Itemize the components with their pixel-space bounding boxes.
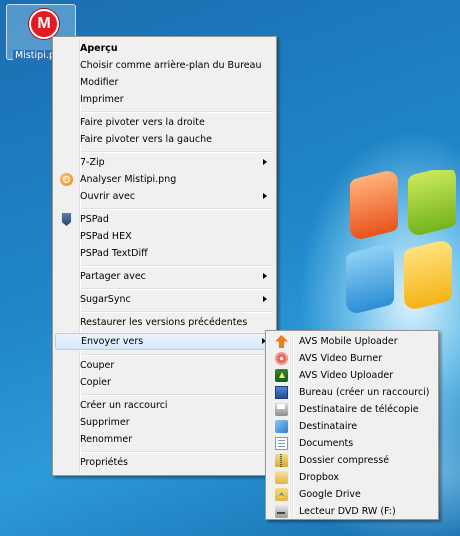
- desktop-icon: [275, 386, 288, 399]
- upload-arrow-icon: [275, 335, 288, 348]
- menu-item-label: PSPad TextDiff: [80, 248, 148, 259]
- sendto-item-google-drive[interactable]: Google Drive: [268, 486, 436, 503]
- submenu-arrow-icon: [263, 273, 267, 279]
- menu-item-send-to[interactable]: Envoyer vers: [55, 333, 274, 350]
- sendto-item-documents[interactable]: Documents: [268, 435, 436, 452]
- mistipi-logo-icon: M: [29, 9, 59, 39]
- menu-separator: [81, 394, 273, 396]
- sendto-item-label: Lecteur DVD RW (F:): [299, 506, 396, 517]
- menu-separator: [81, 151, 273, 153]
- menu-separator: [81, 265, 273, 267]
- menu-item-label: Couper: [80, 360, 115, 371]
- sendto-item-label: AVS Video Burner: [299, 353, 383, 364]
- menu-item-restore-versions[interactable]: Restaurer les versions précédentes: [55, 314, 274, 331]
- sendto-item-label: Dossier compressé: [299, 455, 390, 466]
- menu-item-label: Copier: [80, 377, 111, 388]
- dvd-drive-icon: [275, 505, 288, 518]
- menu-item-label: Aperçu: [80, 43, 118, 54]
- menu-item-label: Propriétés: [80, 457, 129, 468]
- sendto-item-label: Destinataire de télécopie: [299, 404, 419, 415]
- menu-item-properties[interactable]: Propriétés: [55, 454, 274, 471]
- menu-item-pspad[interactable]: PSPad: [55, 211, 274, 228]
- sendto-item-avs-video-burner[interactable]: AVS Video Burner: [268, 350, 436, 367]
- menu-separator: [81, 354, 273, 356]
- sendto-item-label: Destinataire: [299, 421, 358, 432]
- menu-item-7zip[interactable]: 7-Zip: [55, 154, 274, 171]
- menu-separator: [81, 111, 273, 113]
- sendto-item-label: Documents: [299, 438, 354, 449]
- windows-logo: [342, 170, 460, 340]
- menu-item-label: Faire pivoter vers la droite: [80, 117, 205, 128]
- fax-icon: [275, 403, 288, 416]
- menu-item-rotate-left[interactable]: Faire pivoter vers la gauche: [55, 131, 274, 148]
- sendto-item-avs-video-uploader[interactable]: AVS Video Uploader: [268, 367, 436, 384]
- menu-item-set-wallpaper[interactable]: Choisir comme arrière-plan du Bureau: [55, 57, 274, 74]
- submenu-arrow-icon: [263, 296, 267, 302]
- menu-item-cut[interactable]: Couper: [55, 357, 274, 374]
- sendto-item-compressed-folder[interactable]: Dossier compressé: [268, 452, 436, 469]
- sendto-item-label: Dropbox: [299, 472, 340, 483]
- google-drive-icon: [275, 488, 288, 501]
- menu-item-rotate-right[interactable]: Faire pivoter vers la droite: [55, 114, 274, 131]
- sendto-item-recipient[interactable]: Destinataire: [268, 418, 436, 435]
- send-to-submenu: AVS Mobile Uploader AVS Video Burner AVS…: [265, 330, 439, 520]
- menu-item-label: Créer un raccourci: [80, 400, 168, 411]
- menu-item-label: Partager avec: [80, 271, 146, 282]
- submenu-arrow-icon: [263, 193, 267, 199]
- zip-folder-icon: [275, 454, 288, 467]
- menu-item-share-with[interactable]: Partager avec: [55, 268, 274, 285]
- submenu-arrow-icon: [263, 159, 267, 165]
- menu-separator: [81, 311, 273, 313]
- menu-item-edit[interactable]: Modifier: [55, 74, 274, 91]
- menu-item-pspad-textdiff[interactable]: PSPad TextDiff: [55, 245, 274, 262]
- sendto-item-dropbox[interactable]: Dropbox: [268, 469, 436, 486]
- menu-item-analyse[interactable]: Analyser Mistipi.png: [55, 171, 274, 188]
- context-menu: Aperçu Choisir comme arrière-plan du Bur…: [52, 36, 277, 476]
- menu-item-label: Faire pivoter vers la gauche: [80, 134, 212, 145]
- sendto-item-label: Bureau (créer un raccourci): [299, 387, 430, 398]
- menu-item-label: Modifier: [80, 77, 119, 88]
- video-uploader-icon: [275, 369, 288, 382]
- sendto-item-desktop[interactable]: Bureau (créer un raccourci): [268, 384, 436, 401]
- sendto-item-label: Google Drive: [299, 489, 361, 500]
- menu-item-apercu[interactable]: Aperçu: [55, 40, 274, 57]
- menu-item-open-with[interactable]: Ouvrir avec: [55, 188, 274, 205]
- menu-item-label: PSPad HEX: [80, 231, 132, 242]
- menu-item-label: Imprimer: [80, 94, 124, 105]
- menu-item-label: Ouvrir avec: [80, 191, 136, 202]
- menu-item-label: Supprimer: [80, 417, 130, 428]
- menu-item-create-shortcut[interactable]: Créer un raccourci: [55, 397, 274, 414]
- menu-item-copy[interactable]: Copier: [55, 374, 274, 391]
- menu-item-label: SugarSync: [80, 294, 131, 305]
- menu-item-sugarsync[interactable]: SugarSync: [55, 291, 274, 308]
- sendto-item-fax[interactable]: Destinataire de télécopie: [268, 401, 436, 418]
- menu-separator: [81, 208, 273, 210]
- menu-separator: [81, 451, 273, 453]
- menu-item-label: 7-Zip: [80, 157, 105, 168]
- menu-separator: [81, 288, 273, 290]
- analyse-icon: [60, 173, 73, 186]
- menu-item-label: Analyser Mistipi.png: [80, 174, 177, 185]
- documents-icon: [275, 437, 288, 450]
- menu-item-label: PSPad: [80, 214, 109, 225]
- mail-recipient-icon: [275, 420, 288, 433]
- menu-item-print[interactable]: Imprimer: [55, 91, 274, 108]
- menu-item-pspad-hex[interactable]: PSPad HEX: [55, 228, 274, 245]
- menu-item-rename[interactable]: Renommer: [55, 431, 274, 448]
- menu-item-delete[interactable]: Supprimer: [55, 414, 274, 431]
- sendto-item-dvd-drive[interactable]: Lecteur DVD RW (F:): [268, 503, 436, 520]
- menu-item-label: Envoyer vers: [81, 336, 144, 347]
- sendto-item-label: AVS Video Uploader: [299, 370, 394, 381]
- pspad-icon: [61, 213, 72, 226]
- disc-burner-icon: [275, 352, 288, 365]
- sendto-item-avs-mobile-uploader[interactable]: AVS Mobile Uploader: [268, 333, 436, 350]
- menu-item-label: Choisir comme arrière-plan du Bureau: [80, 60, 262, 71]
- menu-item-label: Renommer: [80, 434, 133, 445]
- menu-item-label: Restaurer les versions précédentes: [80, 317, 248, 328]
- sendto-item-label: AVS Mobile Uploader: [299, 336, 398, 347]
- dropbox-folder-icon: [275, 471, 288, 484]
